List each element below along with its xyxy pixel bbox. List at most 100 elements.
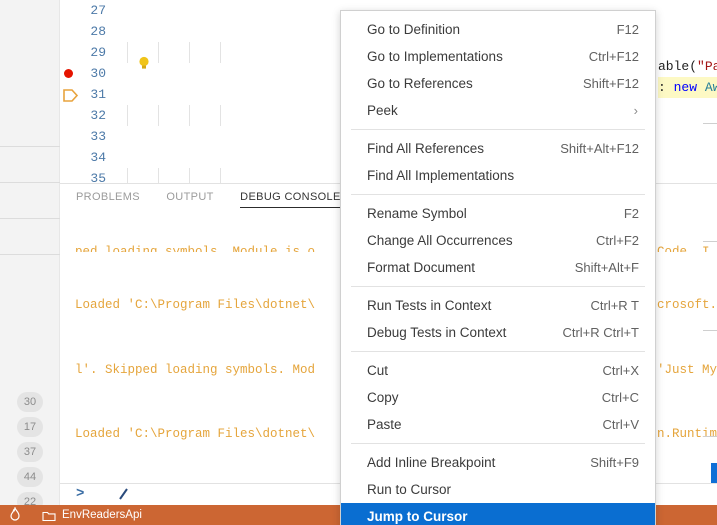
editor-gutter[interactable]: 27 28 29 30 31 32 33 34 35 36	[60, 0, 112, 183]
prompt-chevron-icon: >	[76, 486, 85, 502]
menu-item-find-all-references[interactable]: Find All References Shift+Alt+F12	[341, 135, 655, 162]
line-number: 31	[90, 87, 106, 102]
menu-item-shortcut: Shift+Alt+F	[574, 260, 639, 275]
menu-item-shortcut: Ctrl+F2	[596, 233, 639, 248]
menu-item-go-to-implementations[interactable]: Go to Implementations Ctrl+F12	[341, 43, 655, 70]
menu-item-label: Go to References	[367, 76, 473, 91]
menu-item-label: Cut	[367, 363, 389, 378]
menu-item-shortcut: Ctrl+R Ctrl+T	[562, 325, 639, 340]
scrollbar-tick	[703, 241, 717, 242]
debug-console-output-right: Code I crosoft.E 'Just My n.Runtime enab…	[657, 210, 717, 505]
strip-divider	[0, 218, 60, 219]
gutter-row[interactable]: 34	[60, 147, 112, 168]
indent-guide	[220, 168, 221, 183]
menu-item-paste[interactable]: Paste Ctrl+V	[341, 411, 655, 438]
gutter-row[interactable]: 27	[60, 0, 112, 21]
gutter-row[interactable]: 33	[60, 126, 112, 147]
menu-item-label: Debug Tests in Context	[367, 325, 507, 340]
indent-guide	[158, 42, 159, 63]
badge-column: 30 17 37 44 22	[0, 390, 60, 517]
menu-item-run-to-cursor[interactable]: Run to Cursor	[341, 476, 655, 503]
menu-item-label: Run to Cursor	[367, 482, 452, 497]
count-badge: 17	[17, 417, 43, 437]
code-fragment-right-highlighted: : new Aw	[658, 77, 717, 98]
menu-item-shortcut: Ctrl+F12	[588, 49, 639, 64]
gutter-row[interactable]: 29	[60, 42, 112, 63]
strip-divider	[0, 182, 60, 183]
menu-item-label: Go to Implementations	[367, 49, 503, 64]
menu-item-label: Go to Definition	[367, 22, 461, 37]
tab-problems[interactable]: PROBLEMS	[76, 184, 140, 210]
indent-guide	[127, 168, 128, 183]
menu-item-label: Format Document	[367, 260, 476, 275]
folder-icon[interactable]	[42, 509, 56, 525]
gutter-row[interactable]: 31	[60, 84, 112, 105]
breakpoint-icon[interactable]	[64, 69, 73, 78]
menu-item-go-to-references[interactable]: Go to References Shift+F12	[341, 70, 655, 97]
menu-item-shortcut: Shift+F12	[582, 76, 639, 91]
lightbulb-icon[interactable]	[138, 56, 150, 70]
tab-output[interactable]: OUTPUT	[166, 184, 213, 210]
line-number: 28	[90, 24, 106, 39]
line-number: 34	[90, 150, 106, 165]
menu-item-shortcut: Shift+Alt+F12	[560, 141, 639, 156]
menu-item-go-to-definition[interactable]: Go to Definition F12	[341, 16, 655, 43]
menu-item-cut[interactable]: Cut Ctrl+X	[341, 357, 655, 384]
flame-icon[interactable]	[8, 506, 22, 525]
menu-separator	[351, 443, 645, 444]
menu-item-shortcut: F12	[616, 22, 639, 37]
menu-item-label: Find All Implementations	[367, 168, 515, 183]
menu-item-shortcut: F2	[623, 206, 639, 221]
line-number: 30	[90, 66, 106, 81]
gutter-row[interactable]: 35	[60, 168, 112, 183]
menu-item-label: Peek	[367, 103, 398, 118]
strip-divider	[0, 254, 60, 255]
indent-guide	[189, 42, 190, 63]
text-cursor-icon	[118, 487, 130, 506]
strip-divider	[0, 146, 60, 147]
indent-guide	[189, 105, 190, 126]
line-number: 32	[90, 108, 106, 123]
menu-item-find-all-implementations[interactable]: Find All Implementations	[341, 162, 655, 189]
status-project-name[interactable]: EnvReadersApi	[62, 505, 142, 525]
indent-guide	[220, 42, 221, 63]
menu-item-label: Change All Occurrences	[367, 233, 513, 248]
scrollbar-tick	[703, 330, 717, 331]
indent-guide	[127, 105, 128, 126]
indent-guide	[220, 105, 221, 126]
editor-context-menu[interactable]: Go to Definition F12 Go to Implementatio…	[340, 10, 656, 525]
menu-item-jump-to-cursor[interactable]: Jump to Cursor	[341, 503, 655, 525]
count-badge: 37	[17, 442, 43, 462]
menu-separator	[351, 286, 645, 287]
menu-item-label: Run Tests in Context	[367, 298, 492, 313]
scrollbar-tick	[703, 436, 717, 437]
menu-item-debug-tests-in-context[interactable]: Debug Tests in Context Ctrl+R Ctrl+T	[341, 319, 655, 346]
menu-item-format-document[interactable]: Format Document Shift+Alt+F	[341, 254, 655, 281]
console-line: crosoft.E	[657, 298, 717, 312]
menu-separator	[351, 129, 645, 130]
menu-item-shortcut: Ctrl+C	[601, 390, 639, 405]
menu-item-copy[interactable]: Copy Ctrl+C	[341, 384, 655, 411]
menu-item-run-tests-in-context[interactable]: Run Tests in Context Ctrl+R T	[341, 292, 655, 319]
menu-item-rename-symbol[interactable]: Rename Symbol F2	[341, 200, 655, 227]
line-number: 27	[90, 3, 106, 18]
menu-item-change-all-occurrences[interactable]: Change All Occurrences Ctrl+F2	[341, 227, 655, 254]
menu-item-label: Find All References	[367, 141, 485, 156]
gutter-row[interactable]: 30	[60, 63, 112, 84]
menu-item-peek[interactable]: Peek ›	[341, 97, 655, 124]
menu-item-add-inline-breakpoint[interactable]: Add Inline Breakpoint Shift+F9	[341, 449, 655, 476]
menu-item-shortcut: Ctrl+X	[602, 363, 639, 378]
menu-item-shortcut: Shift+F9	[590, 455, 639, 470]
tab-debug-console[interactable]: DEBUG CONSOLE	[240, 184, 341, 210]
menu-separator	[351, 194, 645, 195]
menu-item-label: Add Inline Breakpoint	[367, 455, 496, 470]
gutter-row[interactable]: 32	[60, 105, 112, 126]
gutter-row[interactable]: 28	[60, 21, 112, 42]
indent-guide	[189, 168, 190, 183]
menu-separator	[351, 351, 645, 352]
indent-guide	[127, 42, 128, 63]
chevron-right-icon: ›	[633, 103, 638, 118]
console-line: n.Runtime	[657, 427, 717, 441]
scrollbar-tick	[703, 123, 717, 124]
line-number: 33	[90, 129, 106, 144]
